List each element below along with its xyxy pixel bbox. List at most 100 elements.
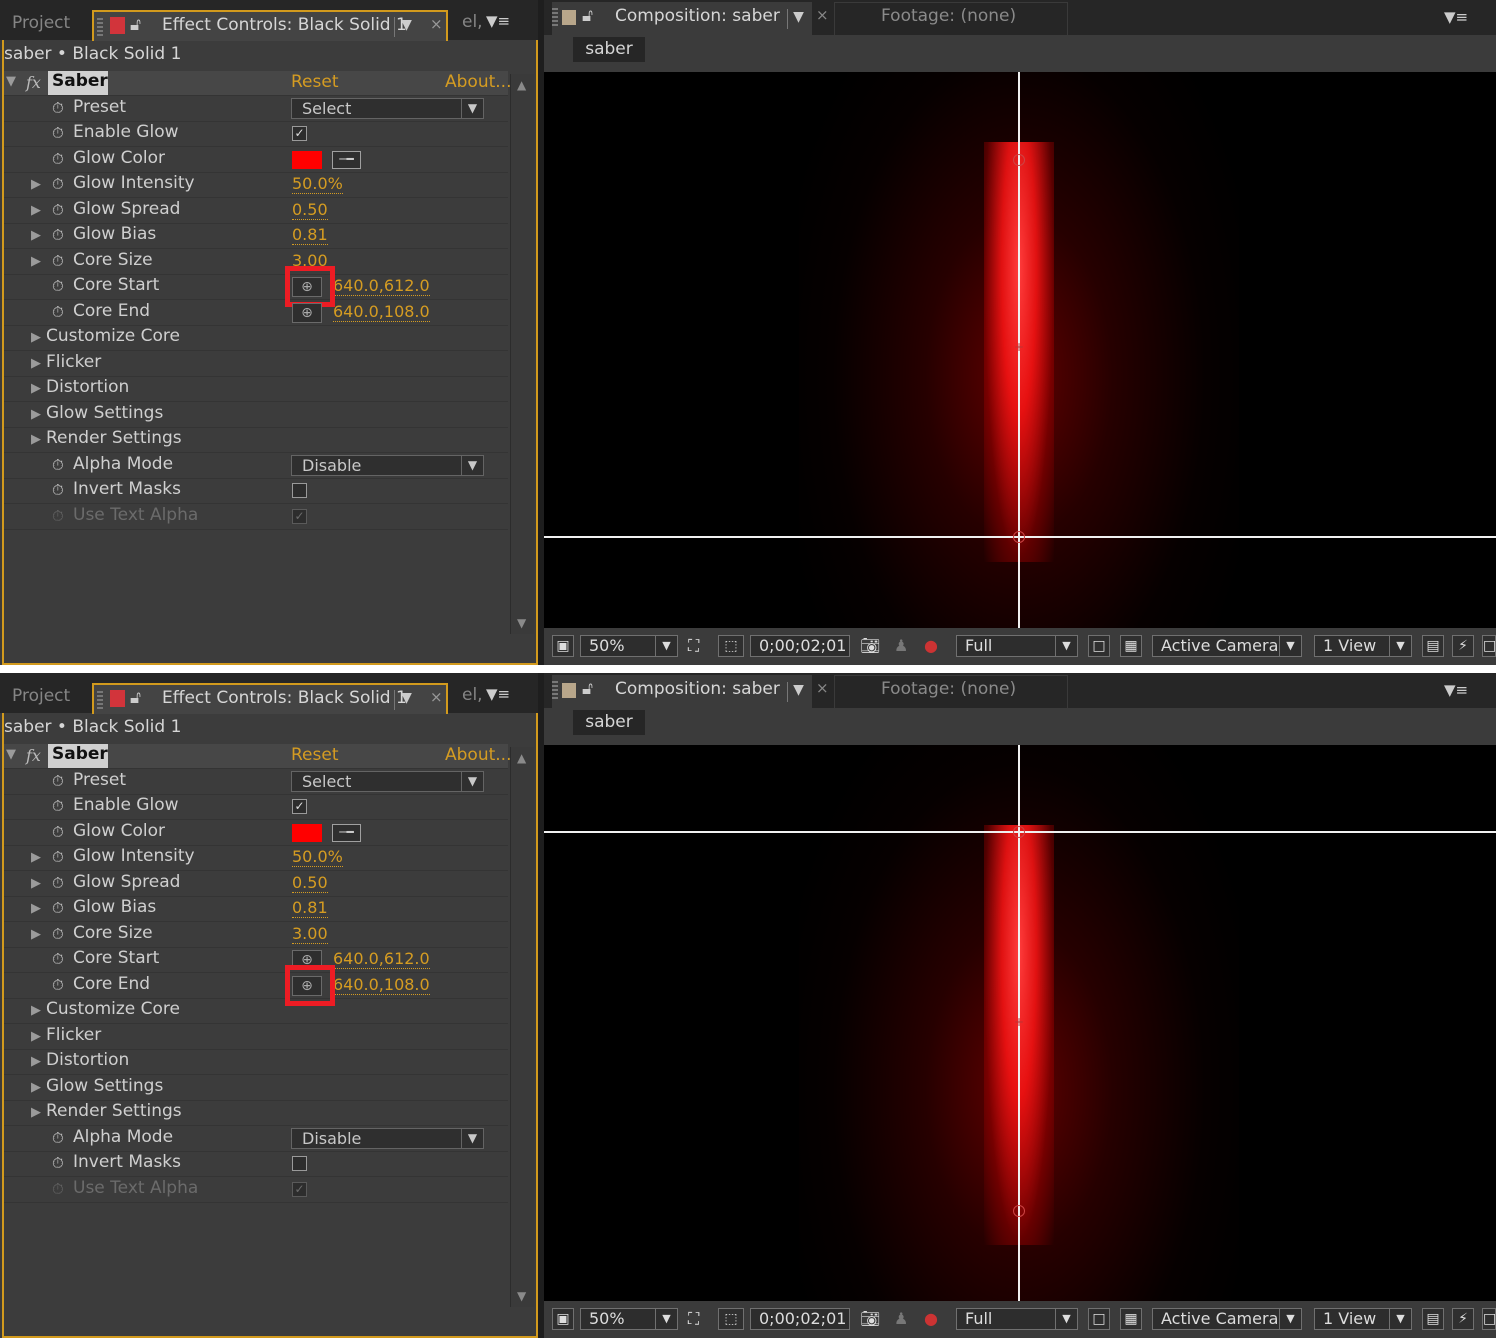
core-end-value[interactable]: 640.0,108.0 [333, 302, 430, 322]
triangle-right-icon[interactable]: ▶ [31, 381, 41, 396]
stopwatch-icon[interactable]: ⏱︎ [52, 456, 68, 474]
about-button[interactable]: About... [445, 72, 511, 92]
prop-group-render-settings[interactable]: ▶ Render Settings [4, 1101, 508, 1126]
chevron-down-icon[interactable]: ▼ [1055, 1309, 1077, 1329]
core-end-value[interactable]: 640.0,108.0 [333, 975, 430, 995]
stopwatch-icon[interactable]: ⏱︎ [52, 1129, 68, 1147]
prop-group-customize-core[interactable]: ▶ Customize Core [4, 326, 508, 351]
stopwatch-icon[interactable]: ⏱︎ [52, 303, 68, 321]
grip-icon[interactable] [97, 18, 103, 36]
composition-nav-button[interactable]: saber [573, 710, 645, 735]
chevron-down-icon[interactable]: ▼ [1279, 636, 1301, 656]
zoom-dropdown[interactable]: 50% ▼ [580, 1308, 678, 1330]
camera-snapshot-icon[interactable]: 📷︎ [860, 1309, 880, 1328]
tab-effect-controls[interactable]: 🔓︎ Effect Controls: Black Solid 1 ▼ × [92, 10, 448, 41]
stopwatch-icon[interactable]: ⏱︎ [52, 899, 68, 917]
stopwatch-icon[interactable]: ⏱︎ [52, 277, 68, 295]
reset-button[interactable]: Reset [291, 745, 339, 765]
triangle-down-icon[interactable]: ▼ [6, 74, 16, 89]
triangle-right-icon[interactable]: ▶ [31, 1080, 41, 1095]
close-icon[interactable]: × [430, 688, 443, 706]
tab-composition[interactable]: 🔓︎ Composition: saber ▼ [552, 675, 812, 708]
chevron-down-icon[interactable]: ▼ [461, 99, 483, 118]
always-preview-icon[interactable]: ▣ [552, 1308, 574, 1330]
invert-masks-checkbox[interactable] [292, 483, 307, 498]
stopwatch-icon[interactable]: ⏱︎ [52, 797, 68, 815]
close-icon[interactable]: × [430, 15, 443, 33]
effect-name[interactable]: Saber [48, 744, 108, 768]
tab-footage[interactable]: Footage: (none) [834, 2, 1068, 35]
chevron-down-icon[interactable]: ▼ [461, 456, 483, 475]
core-start-value[interactable]: 640.0,612.0 [333, 276, 430, 296]
scroll-down-icon[interactable]: ▼ [517, 1289, 526, 1303]
safe-zones-icon[interactable]: ⛶ [688, 636, 699, 656]
triangle-right-icon[interactable]: ▶ [31, 1003, 41, 1018]
stopwatch-icon[interactable]: ⏱︎ [52, 1154, 68, 1172]
tab-overflow[interactable]: el, [462, 12, 483, 32]
chevron-down-icon[interactable]: ▼ [787, 682, 809, 702]
stopwatch-icon[interactable]: ⏱︎ [52, 226, 68, 244]
glow-bias-value[interactable]: 0.81 [292, 898, 328, 918]
composition-viewer[interactable]: + [544, 72, 1496, 628]
tab-footage[interactable]: Footage: (none) [834, 675, 1068, 708]
triangle-right-icon[interactable]: ▶ [31, 407, 41, 422]
grip-icon[interactable] [97, 691, 103, 709]
prop-group-glow-settings[interactable]: ▶ Glow Settings [4, 403, 508, 428]
stopwatch-icon[interactable]: ⏱︎ [52, 99, 68, 117]
stopwatch-icon[interactable]: ⏱︎ [52, 823, 68, 841]
lock-icon[interactable]: 🔓︎ [582, 6, 593, 26]
fx-icon[interactable]: fx [26, 746, 41, 765]
tab-composition[interactable]: 🔓︎ Composition: saber ▼ [552, 2, 812, 35]
triangle-right-icon[interactable]: ▶ [31, 203, 41, 218]
view-layout-dropdown[interactable]: 1 View ▼ [1314, 635, 1412, 657]
panel-menu-icon[interactable]: ▼≡ [486, 12, 510, 30]
chevron-down-icon[interactable]: ▼ [787, 9, 809, 29]
stopwatch-icon[interactable]: ⏱︎ [52, 772, 68, 790]
glow-color-swatch[interactable] [292, 151, 322, 169]
effect-header-row[interactable]: ▼ fx Saber Reset About... [4, 71, 511, 96]
glow-bias-value[interactable]: 0.81 [292, 225, 328, 245]
mask-visibility-icon[interactable]: ⬚ [718, 635, 744, 657]
fx-icon[interactable]: fx [26, 73, 41, 92]
tab-project[interactable]: Project [0, 683, 88, 713]
triangle-right-icon[interactable]: ▶ [31, 432, 41, 447]
region-of-interest-icon[interactable]: □ [1088, 635, 1110, 657]
stopwatch-icon[interactable]: ⏱︎ [52, 950, 68, 968]
resolution-dropdown[interactable]: Full ▼ [956, 635, 1078, 657]
stopwatch-icon[interactable]: ⏱︎ [52, 481, 68, 499]
chevron-down-icon[interactable]: ▼ [1389, 636, 1411, 656]
scroll-up-icon[interactable]: ▲ [517, 78, 526, 92]
triangle-right-icon[interactable]: ▶ [31, 330, 41, 345]
triangle-right-icon[interactable]: ▶ [31, 356, 41, 371]
timeline-icon[interactable]: □ [1482, 635, 1496, 657]
stopwatch-icon[interactable]: ⏱︎ [52, 925, 68, 943]
triangle-right-icon[interactable]: ▶ [31, 901, 41, 916]
lock-icon[interactable]: 🔓︎ [130, 688, 141, 708]
preset-dropdown[interactable]: Select ▼ [291, 771, 484, 792]
transparency-grid-icon[interactable]: ▦ [1120, 635, 1142, 657]
stopwatch-icon[interactable]: ⏱︎ [52, 252, 68, 270]
invert-masks-checkbox[interactable] [292, 1156, 307, 1171]
enable-glow-checkbox[interactable]: ✓ [292, 126, 307, 141]
core-start-point[interactable] [1013, 1205, 1025, 1217]
panel-menu-icon[interactable]: ▼≡ [1444, 8, 1468, 26]
prop-group-glow-settings[interactable]: ▶ Glow Settings [4, 1076, 508, 1101]
core-start-point[interactable] [1013, 531, 1025, 543]
triangle-right-icon[interactable]: ▶ [31, 927, 41, 942]
stopwatch-icon[interactable]: ⏱︎ [52, 848, 68, 866]
eyedropper-icon[interactable]: ─━ [332, 824, 361, 842]
chevron-down-icon[interactable]: ▼ [394, 17, 418, 37]
view-layout-dropdown[interactable]: 1 View ▼ [1314, 1308, 1412, 1330]
scroll-up-icon[interactable]: ▲ [517, 751, 526, 765]
prop-group-distortion[interactable]: ▶ Distortion [4, 377, 508, 402]
mask-visibility-icon[interactable]: ⬚ [718, 1308, 744, 1330]
crosshair-icon[interactable]: ⊕ [292, 303, 322, 323]
channels-icon[interactable]: ● [924, 636, 938, 655]
show-snapshot-icon[interactable]: ♟ [894, 636, 908, 655]
triangle-right-icon[interactable]: ▶ [31, 850, 41, 865]
core-end-point[interactable] [1013, 826, 1025, 838]
enable-glow-checkbox[interactable]: ✓ [292, 799, 307, 814]
stopwatch-icon[interactable]: ⏱︎ [52, 175, 68, 193]
chevron-down-icon[interactable]: ▼ [655, 636, 677, 656]
chevron-down-icon[interactable]: ▼ [461, 772, 483, 791]
